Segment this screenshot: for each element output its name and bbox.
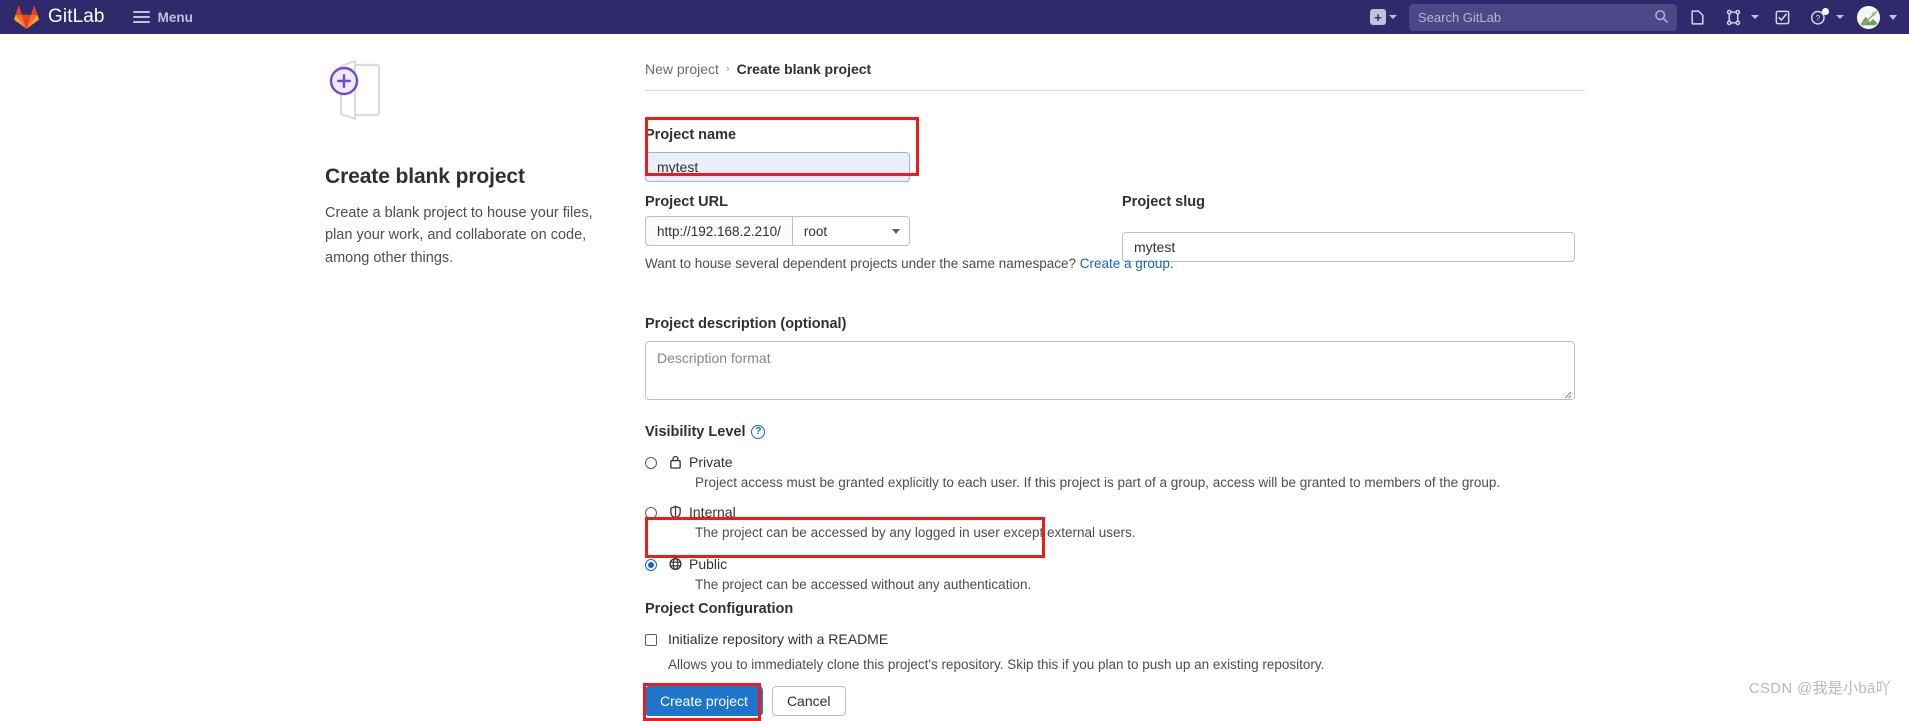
project-url-prefix: http://192.168.2.210/: [645, 216, 792, 246]
help-notification-badge: [1822, 8, 1829, 15]
visibility-option-private[interactable]: Private Project access must be granted e…: [645, 454, 1585, 490]
project-name-label: Project name: [645, 127, 737, 143]
lock-icon: [669, 455, 682, 474]
create-project-button[interactable]: Create project: [645, 686, 763, 716]
svg-text:?: ?: [1815, 13, 1820, 23]
chevron-down-icon: [892, 228, 900, 234]
search-input[interactable]: Search GitLab: [1409, 3, 1677, 31]
promo-title: Create blank project: [325, 165, 525, 188]
project-slug-group: Project slug: [1122, 194, 1575, 262]
project-configuration-group: Project Configuration Initialize reposit…: [645, 601, 1585, 672]
question-circle-icon[interactable]: ?: [751, 425, 766, 439]
main-menu-label: Menu: [157, 9, 193, 25]
cancel-button[interactable]: Cancel: [771, 686, 846, 716]
new-project-form: New project › Create blank project Proje…: [645, 34, 1585, 716]
search-icon: [1654, 9, 1669, 29]
form-actions: Create project Cancel: [645, 686, 846, 716]
breadcrumb-separator-icon: ›: [725, 63, 730, 75]
namespace-help-prefix: Want to house several dependent projects…: [645, 256, 1080, 271]
avatar: [1857, 5, 1880, 29]
project-url-group: Project URL http://192.168.2.210/ root P…: [645, 194, 1585, 271]
globe-icon: [669, 557, 682, 576]
merge-requests-dropdown[interactable]: [1715, 0, 1764, 34]
project-namespace-value: root: [803, 223, 828, 239]
todos-icon[interactable]: [1764, 0, 1800, 34]
project-description-textarea[interactable]: Description format: [645, 341, 1575, 400]
create-a-group-link[interactable]: Create a group.: [1080, 256, 1174, 271]
navbar-right-group: + Search GitLab ?: [1364, 0, 1909, 34]
watermark: CSDN @我是小bā吖: [1748, 680, 1891, 697]
promo-description: Create a blank project to house your fil…: [325, 205, 593, 266]
visibility-private-name: Private: [689, 454, 733, 470]
gitlab-logo-icon[interactable]: [14, 5, 39, 29]
top-navbar: GitLab Menu + Search GitLab ?: [0, 0, 1909, 34]
help-icon: ?: [1800, 0, 1836, 34]
user-menu-dropdown[interactable]: [1849, 0, 1897, 34]
blank-project-promo: Create blank project Create a blank proj…: [325, 51, 617, 269]
radio-internal[interactable]: [645, 507, 657, 519]
breadcrumb-divider: [645, 90, 1585, 91]
breadcrumb-new-project[interactable]: New project: [645, 61, 719, 77]
plus-icon: +: [1370, 9, 1386, 25]
breadcrumb-current: Create blank project: [736, 61, 872, 77]
initialize-readme-row[interactable]: Initialize repository with a README: [645, 631, 1585, 647]
visibility-level-header: Visibility Level ?: [645, 424, 1585, 440]
project-description-placeholder: Description format: [657, 350, 771, 366]
visibility-public-name: Public: [689, 556, 728, 572]
project-namespace-select[interactable]: root: [791, 216, 910, 246]
gitlab-wordmark[interactable]: GitLab: [48, 6, 105, 28]
breadcrumb: New project › Create blank project: [645, 34, 1585, 77]
issues-icon[interactable]: [1679, 0, 1715, 34]
visibility-private-description: Project access must be granted explicitl…: [695, 475, 1501, 490]
navbar-left-group: GitLab Menu: [0, 5, 197, 29]
visibility-option-internal[interactable]: Internal The project can be accessed by …: [645, 504, 1585, 540]
merge-requests-icon: [1715, 0, 1751, 34]
blank-project-illustration-icon: [325, 51, 409, 135]
visibility-level-group: Visibility Level ? Private Project acces…: [645, 424, 1585, 592]
visibility-internal-name: Internal: [689, 504, 736, 520]
project-description-group: Project description (optional) Descripti…: [645, 316, 1575, 400]
visibility-level-label: Visibility Level: [645, 424, 746, 440]
hamburger-icon: [132, 11, 150, 23]
search-placeholder: Search GitLab: [1418, 9, 1502, 25]
radio-public[interactable]: [645, 559, 657, 571]
project-url-control: http://192.168.2.210/ root: [645, 216, 910, 246]
visibility-option-public[interactable]: Public The project can be accessed witho…: [645, 556, 1585, 592]
project-slug-input[interactable]: [1122, 232, 1575, 262]
create-new-dropdown[interactable]: +: [1364, 0, 1403, 34]
visibility-public-description: The project can be accessed without any …: [695, 577, 1032, 592]
visibility-internal-description: The project can be accessed by any logge…: [695, 525, 1136, 540]
project-name-input[interactable]: [645, 152, 910, 182]
chevron-down-icon: [1389, 15, 1397, 19]
project-configuration-label: Project Configuration: [645, 601, 794, 617]
project-slug-label: Project slug: [1122, 194, 1205, 210]
main-menu-button[interactable]: Menu: [129, 6, 197, 29]
chevron-down-icon: [1751, 15, 1759, 19]
shield-icon: [669, 505, 682, 524]
initialize-readme-description: Allows you to immediately clone this pro…: [668, 657, 1325, 672]
resize-handle-icon[interactable]: [1561, 386, 1572, 399]
initialize-readme-label: Initialize repository with a README: [668, 631, 889, 647]
project-name-group: Project name: [645, 127, 1585, 182]
namespace-help-text: Want to house several dependent projects…: [645, 256, 1174, 271]
project-description-label: Project description (optional): [645, 316, 847, 332]
initialize-readme-checkbox[interactable]: [645, 634, 657, 646]
chevron-down-icon: [1889, 14, 1897, 20]
chevron-down-icon: [1836, 15, 1844, 19]
help-dropdown[interactable]: ?: [1800, 0, 1849, 34]
page-body: Create blank project Create a blank proj…: [0, 34, 1909, 721]
radio-private[interactable]: [645, 457, 657, 469]
